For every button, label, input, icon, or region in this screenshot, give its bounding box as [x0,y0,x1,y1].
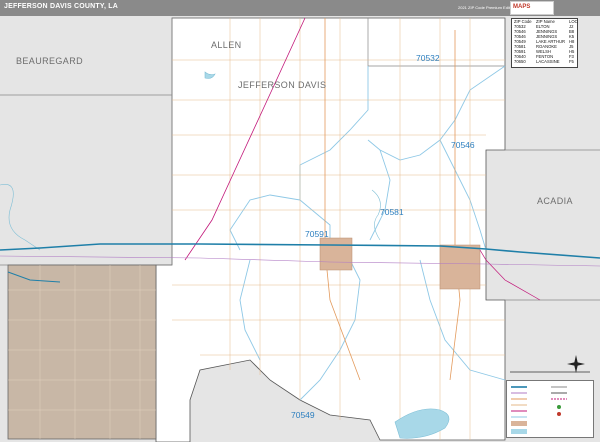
map-key [506,380,594,438]
county-label-beauregard: BEAUREGARD [16,56,84,66]
map-page: JEFFERSON DAVIS COUNTY, LA 2021 ZIP Code… [0,0,600,442]
brand-logo: MAPS [510,1,554,15]
city-area [319,237,353,271]
zip-label: 70591 [305,229,329,239]
county-label-jefferson-davis: JEFFERSON DAVIS [238,80,327,90]
loc-cell: F5 [569,59,574,64]
zip-code-table: ZIP Code ZIP Name LOC 70532 ELTON J2 705… [511,18,578,68]
map-key-symbols [511,386,567,434]
brand-name: MAPS [513,4,531,10]
title-bar: JEFFERSON DAVIS COUNTY, LA 2021 ZIP Code… [0,0,600,16]
zip-label: 70549 [291,410,315,420]
county-label-allen: ALLEN [211,40,242,50]
county-label-acadia: ACADIA [537,196,573,206]
edition-label: 2021 ZIP Code Premium Edition [458,5,516,10]
inset-map [7,264,157,440]
compass-icon [567,355,585,373]
zip-label: 70546 [451,140,475,150]
city-area [439,244,481,290]
zip-cell: 70650 [514,59,526,64]
map-title: JEFFERSON DAVIS COUNTY, LA [4,3,118,10]
zip-label: 70581 [380,207,404,217]
zip-label: 70532 [416,53,440,63]
name-cell: LACASSINE [536,59,560,64]
